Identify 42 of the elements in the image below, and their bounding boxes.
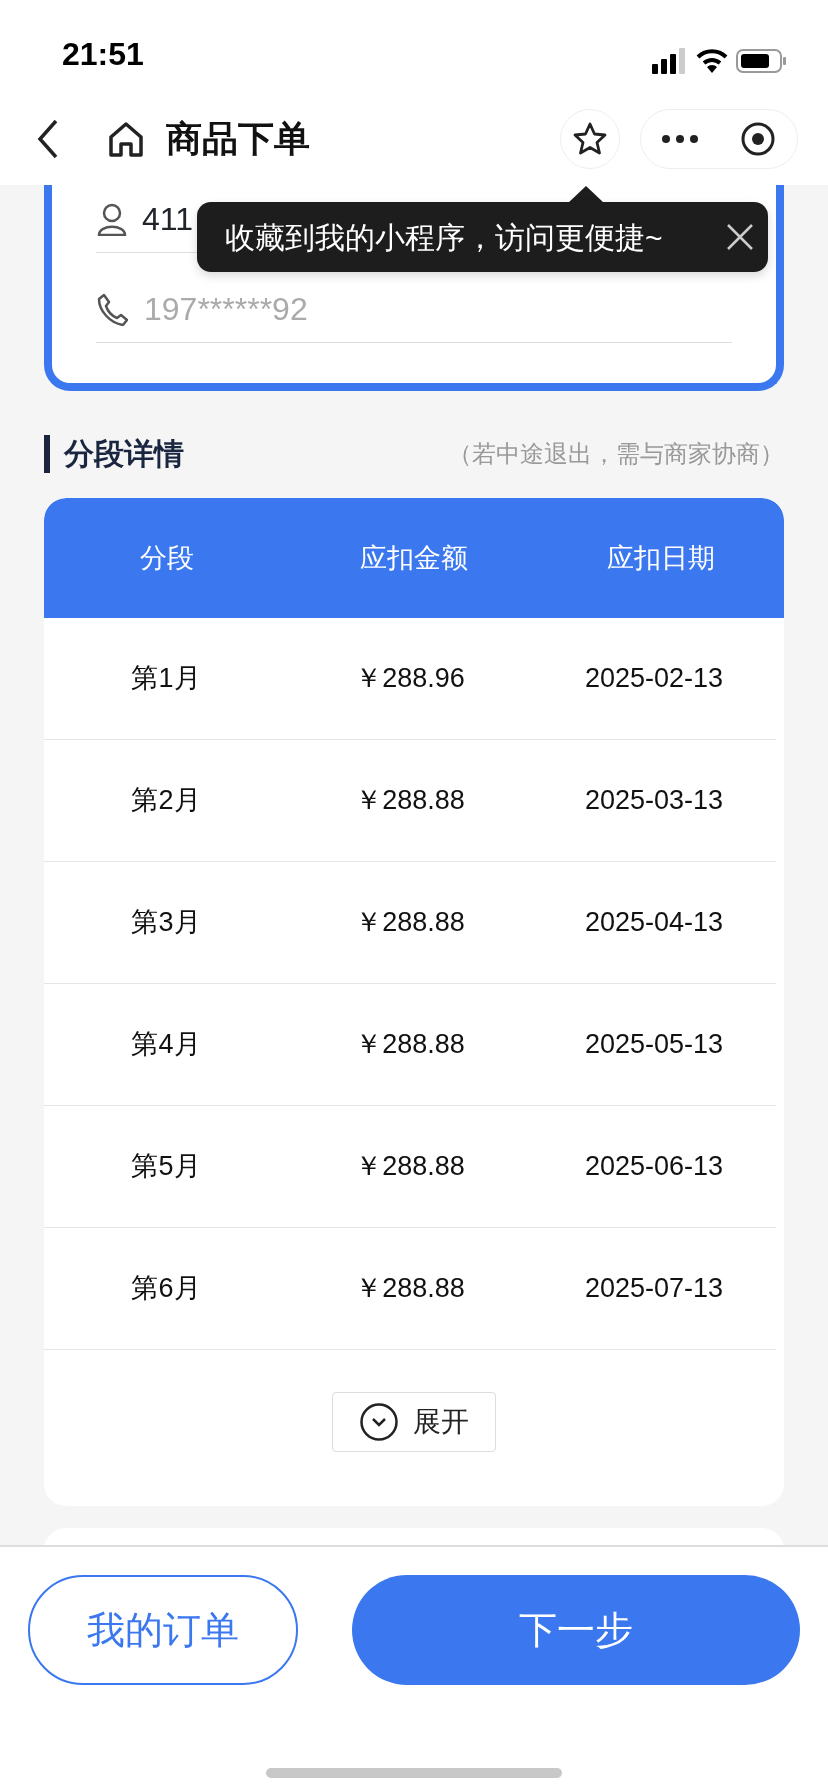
table-cell-text: 2025-06-13 — [583, 1150, 725, 1184]
table-cell-text: 第5月 — [130, 1150, 202, 1184]
table-cell-text: 2025-03-13 — [583, 784, 725, 818]
table-cell-text: ￥288.88 — [354, 784, 466, 818]
section-note: （若中途退出，需与商家协商） — [448, 438, 784, 469]
person-icon — [96, 201, 128, 236]
column-header: 分段 — [139, 541, 196, 575]
phone-icon — [96, 291, 128, 326]
back-icon[interactable] — [36, 118, 60, 159]
page-title: 商品下单 — [166, 116, 311, 161]
column-header: 应扣日期 — [605, 541, 716, 575]
column-header: 应扣金额 — [359, 541, 469, 575]
section-title: 分段详情 — [64, 436, 185, 472]
phone-field[interactable]: 197******92 — [142, 283, 732, 334]
my-orders-button[interactable]: 我的订单 — [28, 1575, 298, 1685]
chevron-down-icon — [359, 1402, 399, 1442]
table-cell-text: ￥288.88 — [354, 1272, 466, 1306]
table-cell-text: 2025-04-13 — [583, 906, 725, 940]
id-number: 411 — [142, 199, 193, 239]
table-cell-text: 2025-02-13 — [583, 662, 725, 696]
table-cell-text: ￥288.88 — [354, 1150, 466, 1184]
table-cell-text: 第2月 — [130, 784, 202, 818]
battery-icon — [736, 48, 788, 74]
wifi-icon — [696, 48, 728, 74]
table-cell-text: ￥288.88 — [354, 1028, 466, 1062]
table-cell-text: 2025-05-13 — [583, 1028, 725, 1062]
section-marker — [44, 434, 50, 473]
table-cell-text: 第3月 — [130, 906, 202, 940]
table-cell-text: 第1月 — [130, 662, 202, 696]
next-button[interactable]: 下一步 — [352, 1575, 800, 1685]
signal-icon — [652, 48, 688, 74]
table-cell-text: 第4月 — [130, 1028, 202, 1062]
table-cell-text: 第6月 — [130, 1272, 202, 1306]
expand-button[interactable]: 展开 — [332, 1392, 496, 1452]
table-cell-text: ￥288.88 — [354, 906, 466, 940]
table-cell-text: 2025-07-13 — [583, 1272, 725, 1306]
tooltip-text: 收藏到我的小程序，访问更便捷~ — [225, 219, 663, 256]
star-icon — [572, 120, 608, 157]
table-cell-text: ￥288.96 — [354, 662, 466, 696]
status-time: 21:51 — [62, 35, 144, 74]
more-icon[interactable] — [662, 133, 698, 144]
close-app-icon[interactable] — [740, 120, 776, 157]
